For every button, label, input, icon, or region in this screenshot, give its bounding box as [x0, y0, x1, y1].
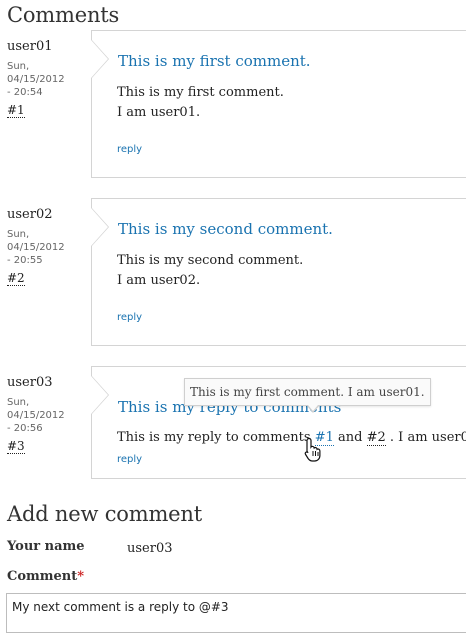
comment-meta: user01 Sun, 04/15/2012 - 20:54 #1 [7, 39, 87, 118]
date-time: - 20:54 [7, 87, 43, 98]
required-mark: * [77, 569, 85, 584]
date-day: 04/15/2012 [7, 242, 65, 253]
name-label: Your name [7, 539, 85, 554]
tooltip-text: This is my first comment. I am user01. [190, 385, 425, 399]
comment-body-line: This is my first comment. [117, 85, 284, 100]
comment-body: This is my second comment. I am user02. [117, 251, 303, 291]
date-day: 04/15/2012 [7, 410, 65, 421]
comment-meta: user02 Sun, 04/15/2012 - 20:55 #2 [7, 207, 87, 286]
comment-author: user01 [7, 39, 53, 54]
date-time: - 20:56 [7, 423, 43, 434]
date-weekday: Sun, [7, 397, 30, 408]
comment-permalink[interactable]: #3 [7, 440, 25, 454]
comment-meta: user03 Sun, 04/15/2012 - 20:56 #3 [7, 375, 87, 454]
comment-textarea[interactable]: My next comment is a reply to @#3 [6, 593, 466, 633]
comment-box: This is my first comment. This is my fir… [91, 30, 466, 178]
reply-link[interactable]: reply [117, 312, 142, 323]
comment-title[interactable]: This is my first comment. [118, 52, 311, 70]
date-time: - 20:55 [7, 255, 43, 266]
comment-date: Sun, 04/15/2012 - 20:56 [7, 396, 87, 435]
hand-pointer-icon [304, 437, 321, 462]
comment-body-text: and [338, 430, 363, 445]
reference-tooltip: This is my first comment. I am user01. [184, 378, 431, 413]
date-weekday: Sun, [7, 229, 30, 240]
comment-author: user03 [7, 375, 53, 390]
name-value: user03 [127, 541, 173, 556]
comment-permalink[interactable]: #2 [7, 272, 25, 286]
reply-link[interactable]: reply [117, 454, 142, 465]
reply-link[interactable]: reply [117, 144, 142, 155]
add-comment-heading: Add new comment [7, 502, 202, 526]
comment-body: This is my first comment. I am user01. [117, 83, 284, 123]
comment-label: Comment* [7, 569, 84, 584]
comments-heading: Comments [7, 3, 120, 27]
comment-author: user02 [7, 207, 53, 222]
comment-permalink[interactable]: #1 [7, 104, 25, 118]
comment-body-line: I am user02. [117, 273, 201, 288]
date-weekday: Sun, [7, 61, 30, 72]
comment-label-text: Comment [7, 569, 78, 584]
comment-body-line: I am user01. [117, 105, 201, 120]
comment-box: This is my second comment. This is my se… [91, 198, 466, 346]
comment-date: Sun, 04/15/2012 - 20:55 [7, 228, 87, 267]
comment-body-text: . I am user03. [389, 430, 466, 445]
comment-ref-2-link[interactable]: #2 [366, 430, 386, 446]
comment-title[interactable]: This is my second comment. [118, 220, 333, 238]
comment-body-text: This is my reply to comments [117, 430, 311, 445]
comment-date: Sun, 04/15/2012 - 20:54 [7, 60, 87, 99]
date-day: 04/15/2012 [7, 74, 65, 85]
comment-body-line: This is my second comment. [117, 253, 304, 268]
comment-body: This is my reply to comments #1 and #2 .… [117, 428, 466, 448]
